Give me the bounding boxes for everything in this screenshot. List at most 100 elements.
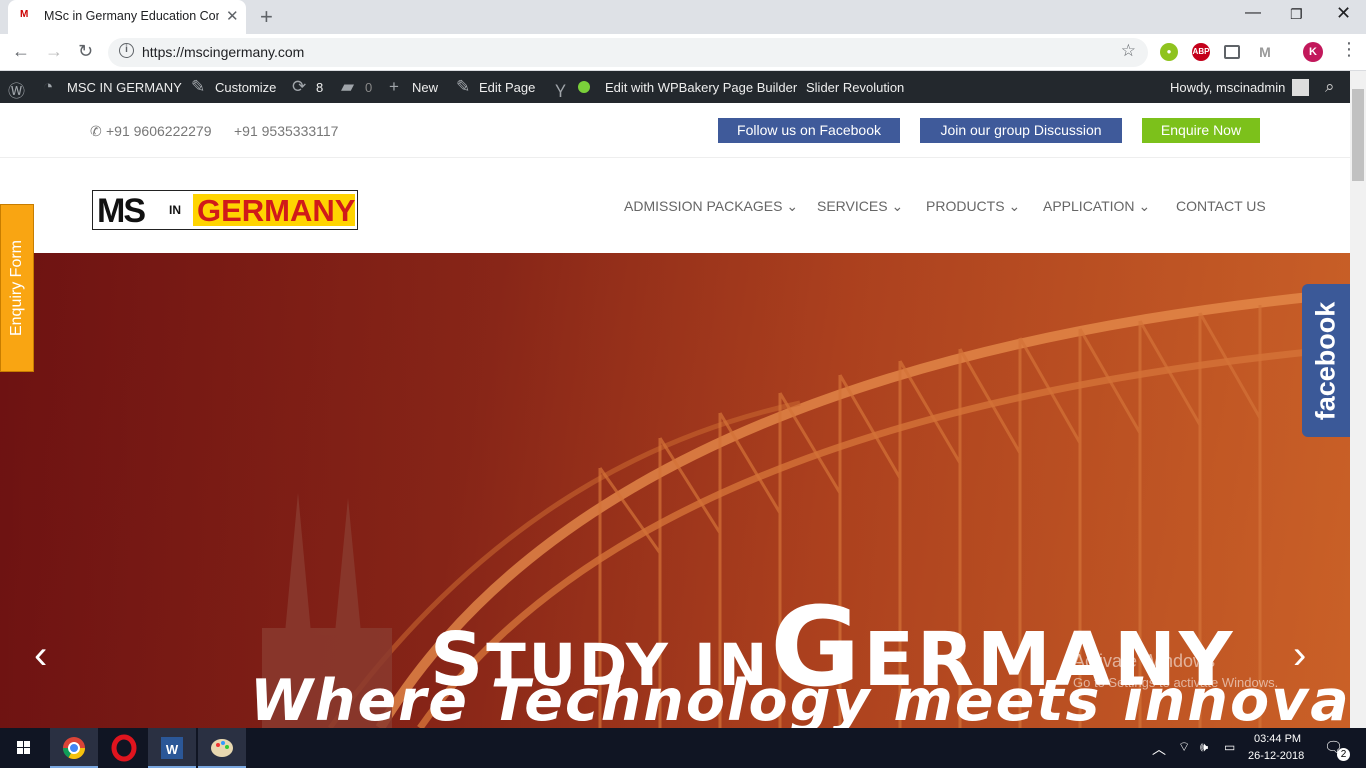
svg-text:W: W <box>166 742 179 757</box>
facebook-side-tab[interactable]: facebook <box>1302 284 1350 437</box>
site-favicon-icon: M <box>20 9 29 20</box>
taskbar-paint[interactable] <box>198 728 246 768</box>
taskbar-chrome[interactable] <box>50 728 98 768</box>
taskbar-word[interactable]: W <box>148 728 196 768</box>
enquire-now-button[interactable]: Enquire Now <box>1142 118 1260 143</box>
watermark-line1: Activate Windows <box>1073 651 1216 671</box>
nav-products[interactable]: PRODUCTS ⌄ <box>926 198 1020 215</box>
logo-in: IN <box>169 203 181 217</box>
screenshot-icon[interactable] <box>1224 45 1240 59</box>
logo-germany: GERMANY <box>197 193 356 228</box>
taskbar-opera[interactable] <box>100 728 148 768</box>
windows-taskbar: W ︿ ⌔ 🕪 ▭ 03:44 PM 26-12-2018 🗨 2 <box>0 728 1366 768</box>
nav-services[interactable]: SERVICES ⌄ <box>817 198 903 215</box>
nav-application[interactable]: APPLICATION ⌄ <box>1043 198 1150 215</box>
volume-icon[interactable]: 🕪 <box>1200 739 1208 755</box>
chevron-down-icon: ⌄ <box>1008 198 1021 214</box>
clock-time[interactable]: 03:44 PM <box>1254 733 1301 745</box>
phone-number-2[interactable]: +91 9535333117 <box>234 123 338 139</box>
bookmark-star-icon[interactable]: ☆ <box>1121 41 1136 61</box>
comments-icon: ▰ <box>341 77 355 96</box>
minimize-icon[interactable]: — <box>1245 4 1261 22</box>
profile-avatar[interactable]: K <box>1303 42 1323 62</box>
site-info-icon[interactable]: i <box>119 43 134 58</box>
nav-contact-us[interactable]: CONTACT US <box>1176 198 1266 214</box>
plus-icon: + <box>389 77 399 96</box>
chevron-down-icon: ⌄ <box>1138 198 1151 214</box>
battery-icon[interactable]: ▭ <box>1224 740 1235 754</box>
watermark-line2: Go to Settings to activate Windows. <box>1073 675 1279 690</box>
network-icon[interactable]: ⌔ <box>1178 739 1190 755</box>
forward-icon[interactable]: → <box>45 41 63 62</box>
page-scrollbar[interactable] <box>1350 71 1366 728</box>
browser-tabstrip: M MSc in Germany Education Cons ✕ + — ❐ … <box>0 0 1366 34</box>
new-link[interactable]: New <box>412 80 438 95</box>
windows-logo-icon <box>17 741 30 754</box>
extension-green-icon[interactable]: ● <box>1160 43 1178 61</box>
wordpress-icon[interactable]: Ⓦ <box>8 77 25 102</box>
customize-link[interactable]: Customize <box>215 80 276 95</box>
nav-admission-packages[interactable]: ADMISSION PACKAGES ⌄ <box>624 198 798 215</box>
search-icon[interactable]: ⌕ <box>1325 77 1335 97</box>
site-name-link[interactable]: MSC IN GERMANY <box>67 80 182 95</box>
slider-next-arrow-icon[interactable]: › <box>1293 633 1306 678</box>
phone-number-1[interactable]: +91 9606222279 <box>106 123 212 139</box>
edit-page-link[interactable]: Edit Page <box>479 80 535 95</box>
site-header: MS IN GERMANY ADMISSION PACKAGES ⌄ SERVI… <box>0 158 1350 253</box>
word-icon: W <box>161 737 183 759</box>
notification-count-badge: 2 <box>1337 748 1350 761</box>
enquiry-form-tab[interactable]: Enquiry Form <box>0 204 34 372</box>
wpbakery-link[interactable]: Edit with WPBakery Page Builder <box>605 80 797 95</box>
adblock-plus-icon[interactable]: ABP <box>1192 43 1210 61</box>
url-text: https://mscingermany.com <box>142 44 305 60</box>
opera-icon <box>111 734 137 762</box>
updates-count[interactable]: 8 <box>316 80 323 95</box>
tab-close-icon[interactable]: ✕ <box>226 7 239 25</box>
follow-facebook-button[interactable]: Follow us on Facebook <box>718 118 900 143</box>
edit-pencil-icon: ✎ <box>456 77 471 96</box>
paint-icon <box>211 739 233 757</box>
gmail-icon[interactable]: M <box>1256 43 1274 61</box>
browser-tab[interactable]: M MSc in Germany Education Cons ✕ <box>8 0 246 34</box>
restore-icon[interactable]: ❐ <box>1290 6 1303 23</box>
enquiry-form-label: Enquiry Form <box>8 239 25 337</box>
back-icon[interactable]: ← <box>12 41 30 62</box>
chevron-down-icon: ⌄ <box>786 198 799 214</box>
window-close-icon[interactable]: ✕ <box>1336 3 1351 24</box>
clock-date[interactable]: 26-12-2018 <box>1248 750 1304 762</box>
start-button[interactable] <box>0 728 48 768</box>
comments-count[interactable]: 0 <box>365 80 372 95</box>
nav-services-label: SERVICES <box>817 198 888 214</box>
howdy-user-link[interactable]: Howdy, mscinadmin <box>1170 80 1285 95</box>
phone-icon: ✆ <box>90 123 102 139</box>
slider-revolution-link[interactable]: Slider Revolution <box>806 80 904 95</box>
reload-icon[interactable]: ↻ <box>78 41 93 62</box>
scrollbar-thumb[interactable] <box>1352 89 1364 181</box>
new-tab-icon[interactable]: + <box>260 4 273 30</box>
activate-windows-watermark: Activate Windows Go to Settings to activ… <box>1073 651 1278 690</box>
nav-application-label: APPLICATION <box>1043 198 1135 214</box>
nav-admission-label: ADMISSION PACKAGES <box>624 198 783 214</box>
dashboard-icon: ◔ <box>43 77 54 96</box>
tray-chevron-up-icon[interactable]: ︿ <box>1152 739 1166 759</box>
tab-title: MSc in Germany Education Cons <box>44 9 219 23</box>
browser-toolbar: ← → ↻ i https://mscingermany.com ☆ ● ABP… <box>0 34 1366 71</box>
site-logo[interactable]: MS IN GERMANY <box>92 190 358 230</box>
hero-slider: STUDY INGERMANY Where Technology meets i… <box>0 253 1350 728</box>
wp-admin-bar: Ⓦ ◔ MSC IN GERMANY ✎ Customize ⟳ 8 ▰ 0 +… <box>0 71 1350 103</box>
yoast-icon[interactable]: Ｙ <box>552 77 569 102</box>
updates-icon: ⟳ <box>292 77 307 96</box>
seo-status-dot-icon <box>578 81 590 93</box>
nav-products-label: PRODUCTS <box>926 198 1005 214</box>
customize-brush-icon: ✎ <box>191 77 206 96</box>
browser-menu-icon[interactable]: ⋮ <box>1340 39 1358 60</box>
slider-prev-arrow-icon[interactable]: ‹ <box>34 633 47 678</box>
user-avatar[interactable] <box>1292 79 1309 96</box>
join-group-button[interactable]: Join our group Discussion <box>920 118 1122 143</box>
chevron-down-icon: ⌄ <box>891 198 904 214</box>
top-contact-bar: ✆ +91 9606222279 +91 9535333117 Follow u… <box>0 103 1350 158</box>
address-bar[interactable]: i https://mscingermany.com ☆ <box>108 38 1148 67</box>
facebook-label: facebook <box>1310 301 1341 420</box>
chrome-icon <box>63 737 85 759</box>
logo-ms: MS <box>97 192 146 230</box>
